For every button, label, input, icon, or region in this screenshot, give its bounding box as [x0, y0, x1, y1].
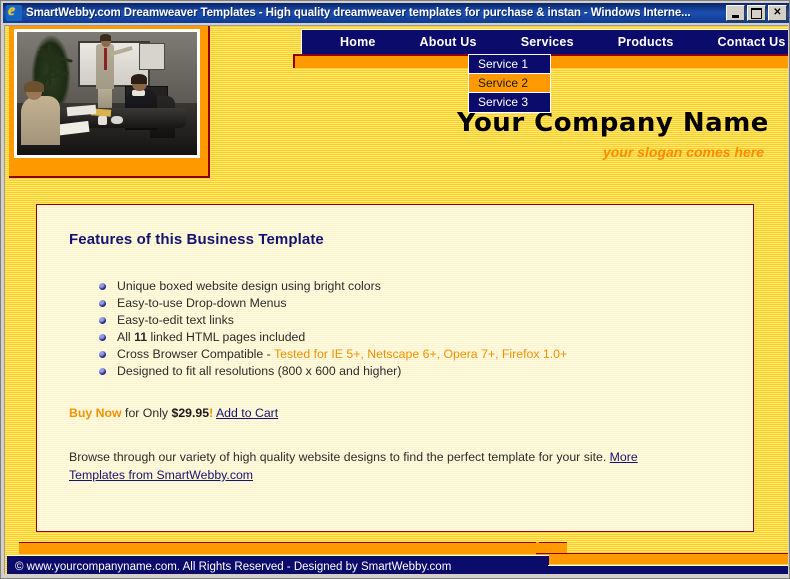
main-navigation: Home About Us Services Products Contact … — [301, 29, 788, 54]
feature-text: Easy-to-edit text links — [117, 313, 234, 327]
add-to-cart-link[interactable]: Add to Cart — [216, 406, 278, 420]
footer-copyright: © www.yourcompanyname.com. All Rights Re… — [15, 561, 452, 573]
list-item: Easy-to-use Drop-down Menus — [99, 295, 721, 312]
feature-text: Easy-to-use Drop-down Menus — [117, 296, 287, 310]
dropdown-item-service-3[interactable]: Service 3 — [469, 93, 550, 112]
list-item: Easy-to-edit text links — [99, 312, 721, 329]
features-list: Unique boxed website design using bright… — [99, 278, 721, 380]
nav-item-products[interactable]: Products — [596, 30, 696, 55]
site-footer: © www.yourcompanyname.com. All Rights Re… — [5, 532, 788, 576]
header-photo-frame — [9, 26, 210, 178]
dropdown-item-service-1[interactable]: Service 1 — [469, 55, 550, 74]
page-viewport: Home About Us Services Products Contact … — [4, 25, 788, 576]
maximize-button[interactable] — [747, 5, 766, 21]
page-title: Features of this Business Template — [69, 231, 324, 248]
nav-item-services[interactable]: Services — [499, 30, 596, 55]
window-title: SmartWebby.com Dreamweaver Templates - H… — [26, 7, 691, 19]
list-item: All 11 linked HTML pages included — [99, 329, 721, 346]
minimize-button[interactable] — [726, 5, 745, 21]
footer-orange-bar-left — [19, 542, 567, 554]
browser-window: SmartWebby.com Dreamweaver Templates - H… — [0, 0, 790, 579]
content-box: Features of this Business Template Uniqu… — [36, 204, 754, 532]
close-icon: ✕ — [773, 7, 782, 18]
price-value: $29.95 — [171, 406, 210, 420]
nav-item-home[interactable]: Home — [318, 30, 398, 55]
feature-text: All — [117, 330, 135, 344]
for-only-label: for Only — [121, 406, 172, 420]
feature-text: linked HTML pages included — [147, 330, 306, 344]
list-item: Cross Browser Compatible - Tested for IE… — [99, 346, 721, 363]
list-item: Designed to fit all resolutions (800 x 6… — [99, 363, 721, 380]
dropdown-item-service-2[interactable]: Service 2 — [469, 74, 550, 93]
close-button[interactable]: ✕ — [768, 5, 787, 21]
browse-paragraph: Browse through our variety of high quali… — [69, 448, 684, 484]
feature-text: Designed to fit all resolutions (800 x 6… — [117, 364, 402, 378]
services-dropdown-menu: Service 1 Service 2 Service 3 — [468, 54, 551, 113]
feature-text: Unique boxed website design using bright… — [117, 279, 381, 293]
nav-wrapper: Home About Us Services Products Contact … — [301, 29, 788, 55]
browser-compat-note: Tested for IE 5+, Netscape 6+, Opera 7+,… — [273, 347, 568, 361]
nav-item-contact-us[interactable]: Contact Us — [696, 30, 788, 55]
business-meeting-photo — [17, 32, 197, 155]
feature-text: Cross Browser Compatible - — [117, 347, 274, 361]
browse-text: Browse through our variety of high quali… — [69, 450, 610, 464]
nav-item-about-us[interactable]: About Us — [398, 30, 499, 55]
title-bar: SmartWebby.com Dreamweaver Templates - H… — [3, 3, 789, 23]
company-slogan: your slogan comes here — [602, 144, 764, 160]
purchase-line: Buy Now for Only $29.95! Add to Cart — [69, 406, 721, 420]
header-photo-border — [14, 29, 200, 158]
list-item: Unique boxed website design using bright… — [99, 278, 721, 295]
buy-now-link[interactable]: Buy Now — [69, 406, 122, 420]
site-header: Home About Us Services Products Contact … — [5, 26, 788, 178]
window-bottom-edge — [1, 574, 789, 578]
internet-explorer-icon — [6, 5, 22, 21]
price-exclamation: ! — [209, 406, 214, 420]
feature-page-count: 11 — [134, 330, 148, 344]
footer-orange-bar-right — [536, 553, 788, 564]
